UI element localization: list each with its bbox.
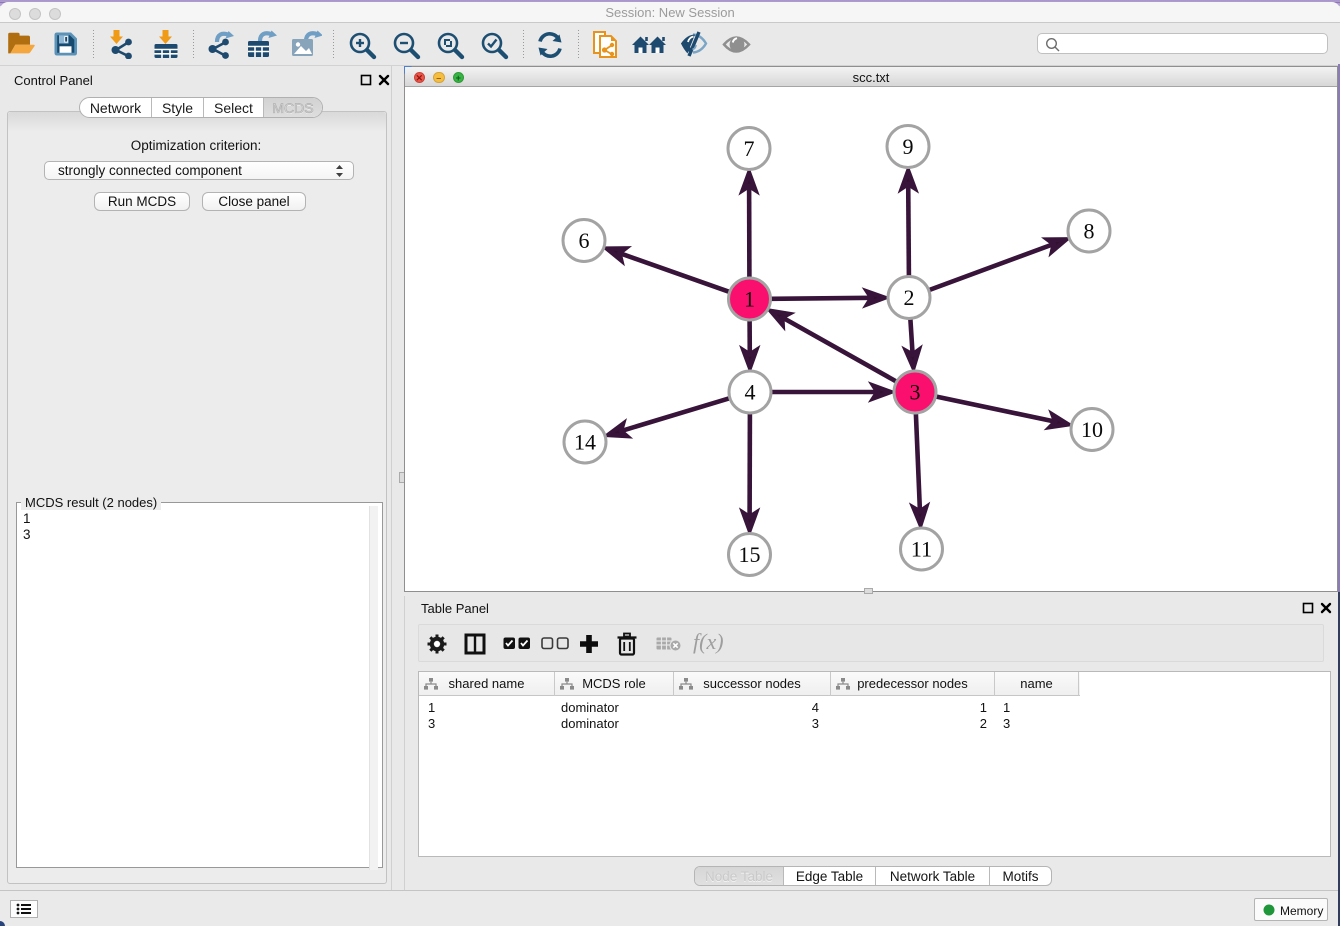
svg-text:10: 10 bbox=[1081, 417, 1103, 442]
svg-text:11: 11 bbox=[911, 537, 932, 562]
svg-text:6: 6 bbox=[579, 228, 590, 253]
svg-text:1: 1 bbox=[744, 287, 755, 312]
svg-text:14: 14 bbox=[574, 430, 596, 455]
svg-text:2: 2 bbox=[904, 285, 915, 310]
svg-text:8: 8 bbox=[1084, 219, 1095, 244]
svg-text:15: 15 bbox=[739, 542, 761, 567]
svg-text:9: 9 bbox=[903, 134, 914, 159]
svg-text:7: 7 bbox=[744, 136, 755, 161]
svg-text:3: 3 bbox=[910, 380, 921, 405]
svg-text:4: 4 bbox=[745, 380, 756, 405]
